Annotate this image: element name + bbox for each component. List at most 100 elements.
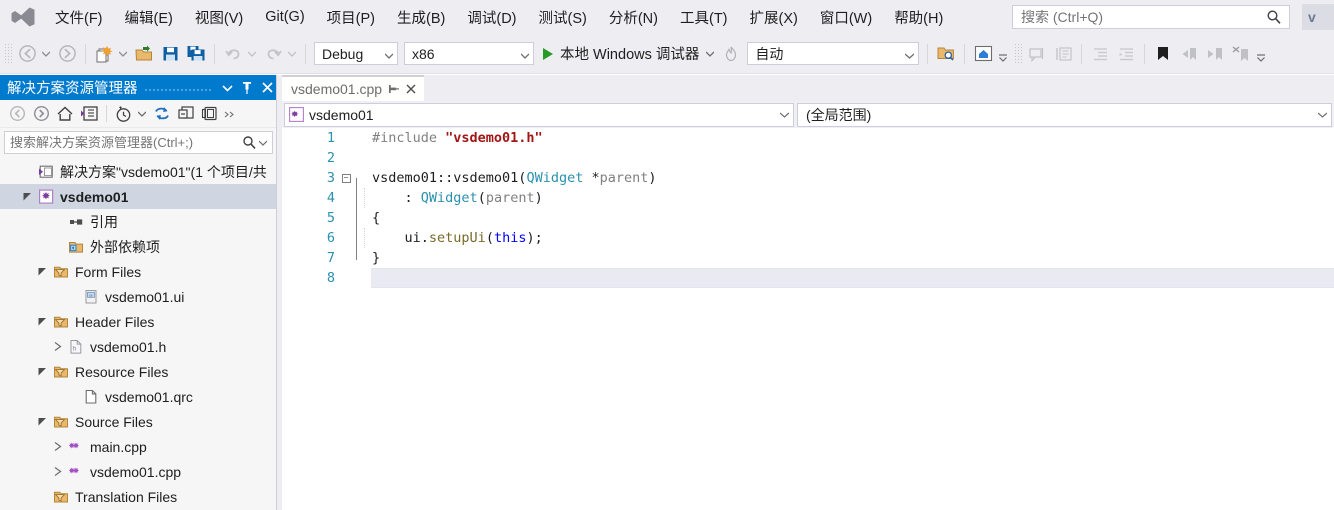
code-line[interactable]: 1 #include "vsdemo01.h" xyxy=(282,128,1334,148)
history-dropdown-icon[interactable] xyxy=(136,102,148,126)
tree-row[interactable]: 外部依赖项 xyxy=(0,234,277,259)
solution-search-box[interactable] xyxy=(4,131,273,154)
menu-debug[interactable]: 调试(D) xyxy=(456,3,527,32)
menu-build[interactable]: 生成(B) xyxy=(386,3,456,32)
menu-file[interactable]: 文件(F) xyxy=(44,3,114,32)
menu-window[interactable]: 窗口(W) xyxy=(809,3,883,32)
new-item-icon[interactable] xyxy=(92,42,116,66)
refresh-icon[interactable] xyxy=(150,102,174,125)
history-clock-icon[interactable] xyxy=(112,102,136,125)
redo-icon[interactable] xyxy=(261,42,285,66)
navbar-scope-combo[interactable]: (全局范围) xyxy=(797,102,1332,127)
navigate-forward-icon[interactable] xyxy=(55,42,79,66)
code-line[interactable]: 5{ xyxy=(282,208,1334,228)
chevron-down-icon[interactable] xyxy=(259,140,267,146)
solution-configuration-combo[interactable]: Debug xyxy=(314,42,398,65)
solution-view-icon[interactable] xyxy=(77,102,101,125)
menu-view[interactable]: 视图(V) xyxy=(184,3,254,32)
back-icon[interactable] xyxy=(5,102,29,125)
collapse-all-icon[interactable] xyxy=(174,102,198,125)
navbar-project-combo[interactable]: vsdemo01 xyxy=(284,102,794,127)
undo-dropdown[interactable] xyxy=(246,42,258,66)
next-bookmark-icon[interactable] xyxy=(1203,42,1227,66)
open-file-icon[interactable] xyxy=(132,42,156,66)
menu-tools[interactable]: 工具(T) xyxy=(669,3,739,32)
search-icon[interactable] xyxy=(242,135,257,150)
chevron-down-icon[interactable] xyxy=(780,112,789,118)
chevron-expanded-icon[interactable] xyxy=(34,317,51,326)
tree-row[interactable]: vsdemo01.cpp xyxy=(0,459,277,484)
chevron-expanded-icon[interactable] xyxy=(34,367,51,376)
tree-row[interactable]: Source Files xyxy=(0,409,277,434)
new-item-dropdown[interactable] xyxy=(117,42,129,66)
tree-row[interactable]: Form Files xyxy=(0,259,277,284)
menu-git[interactable]: Git(G) xyxy=(254,5,315,29)
search-icon[interactable] xyxy=(1266,9,1282,25)
pin-icon[interactable] xyxy=(388,83,400,95)
attach-target-combo[interactable]: 自动 xyxy=(747,42,920,65)
start-debugging-button[interactable]: 本地 Windows 调试器 xyxy=(537,41,718,67)
uncomment-selection-icon[interactable] xyxy=(1051,42,1075,66)
chevron-down-icon[interactable] xyxy=(1318,112,1327,118)
panel-drag-dots[interactable] xyxy=(143,76,211,99)
increase-indent-icon[interactable] xyxy=(1114,42,1138,66)
home-icon[interactable] xyxy=(53,102,77,125)
code-line[interactable]: 8 xyxy=(282,268,1334,288)
toolbar-grip-2[interactable] xyxy=(1014,42,1023,65)
chevron-down-icon[interactable] xyxy=(217,77,237,99)
menu-extensions[interactable]: 扩展(X) xyxy=(739,3,809,32)
tree-row[interactable]: h vsdemo01.h xyxy=(0,334,277,359)
navigate-back-dropdown[interactable] xyxy=(40,42,52,66)
toolbar-overflow-icon-2[interactable] xyxy=(1254,42,1268,66)
chevron-expanded-icon[interactable] xyxy=(34,417,51,426)
hot-reload-icon[interactable] xyxy=(719,42,743,66)
chevron-expanded-icon[interactable] xyxy=(19,192,36,201)
tree-row[interactable]: Translation Files xyxy=(0,484,277,509)
home-window-icon[interactable] xyxy=(971,42,995,66)
code-line[interactable]: 6 ui.setupUi(this); xyxy=(282,228,1334,248)
save-icon[interactable] xyxy=(158,42,182,66)
save-all-icon[interactable] xyxy=(184,42,208,66)
overflow-icon[interactable] xyxy=(222,102,238,125)
code-line[interactable]: 7} xyxy=(282,248,1334,268)
tree-row[interactable]: Resource Files xyxy=(0,359,277,384)
properties-icon[interactable] xyxy=(198,102,222,125)
global-search-input[interactable] xyxy=(1013,8,1266,26)
code-line[interactable]: 4 : QWidget(parent) xyxy=(282,188,1334,208)
solution-platform-combo[interactable]: x86 xyxy=(404,42,534,65)
toolbar-grip[interactable] xyxy=(4,42,12,65)
forward-icon[interactable] xyxy=(29,102,53,125)
menu-project[interactable]: 项目(P) xyxy=(316,3,386,32)
find-in-files-icon[interactable] xyxy=(934,42,958,66)
tree-row[interactable]: ui vsdemo01.ui xyxy=(0,284,277,309)
chevron-expanded-icon[interactable] xyxy=(34,267,51,276)
tree-row[interactable]: vsdemo01.qrc xyxy=(0,384,277,409)
menu-help[interactable]: 帮助(H) xyxy=(883,3,954,32)
code-line[interactable]: 2 xyxy=(282,148,1334,168)
chevron-down-icon[interactable] xyxy=(904,46,915,62)
decrease-indent-icon[interactable] xyxy=(1088,42,1112,66)
clear-bookmarks-icon[interactable] xyxy=(1229,42,1253,66)
undo-icon[interactable] xyxy=(221,42,245,66)
tree-row[interactable]: main.cpp xyxy=(0,434,277,459)
chevron-collapsed-icon[interactable] xyxy=(49,342,66,351)
chevron-down-icon[interactable] xyxy=(706,51,715,57)
menu-test[interactable]: 测试(S) xyxy=(528,3,598,32)
tree-row[interactable]: 解决方案"vsdemo01"(1 个项目/共 xyxy=(0,159,277,184)
menu-analyze[interactable]: 分析(N) xyxy=(598,3,669,32)
tree-row[interactable]: vsdemo01 xyxy=(0,184,277,209)
panel-divider[interactable] xyxy=(276,75,277,510)
collapse-region-icon[interactable]: − xyxy=(338,173,354,183)
previous-bookmark-icon[interactable] xyxy=(1177,42,1201,66)
chevron-collapsed-icon[interactable] xyxy=(49,467,66,476)
code-line[interactable]: 3− vsdemo01::vsdemo01(QWidget *parent) xyxy=(282,168,1334,188)
chevron-down-icon[interactable] xyxy=(384,46,394,62)
solution-search-input[interactable] xyxy=(5,134,242,151)
close-icon[interactable] xyxy=(405,83,417,95)
menu-edit[interactable]: 编辑(E) xyxy=(114,3,184,32)
tree-row[interactable]: 引用 xyxy=(0,209,277,234)
toolbar-overflow-icon[interactable] xyxy=(996,42,1010,66)
tab-vsdemo01-cpp[interactable]: vsdemo01.cpp xyxy=(282,75,425,101)
tree-row[interactable]: Header Files xyxy=(0,309,277,334)
global-search-box[interactable] xyxy=(1012,5,1290,29)
